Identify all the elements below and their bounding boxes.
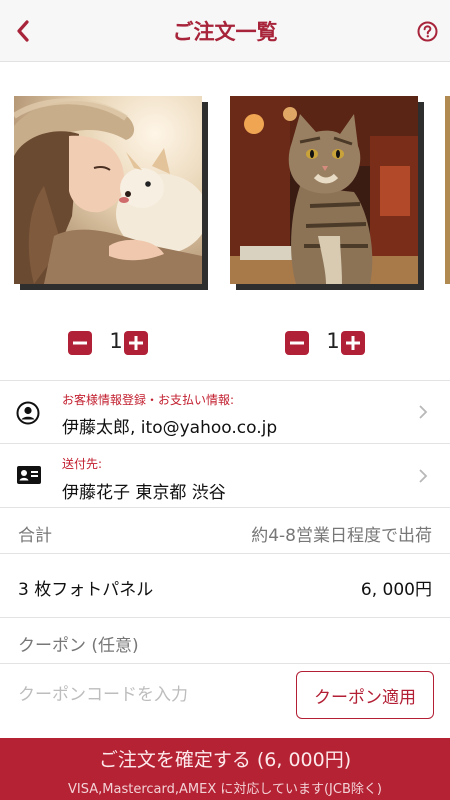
line-item-row: 3 枚フォトパネル 6, 000円 xyxy=(0,554,450,618)
quantity-stepper-2[interactable]: 1 xyxy=(283,328,403,358)
shipping-label: 送付先: xyxy=(62,457,103,471)
total-row: 合計 約4-8営業日程度で出荷 xyxy=(0,508,450,554)
increment-button[interactable] xyxy=(341,331,365,355)
chevron-right-icon xyxy=(419,405,428,419)
quantity-stepper-1[interactable]: 1 xyxy=(66,328,186,358)
question-circle-icon xyxy=(417,21,438,42)
total-label: 合計 xyxy=(18,526,52,546)
photo-gallery[interactable]: 1 1 xyxy=(0,62,450,380)
plus-icon xyxy=(341,331,365,355)
increment-button[interactable] xyxy=(124,331,148,355)
coupon-label: クーポン (任意) xyxy=(18,636,139,656)
shipping-estimate: 約4-8営業日程度で出荷 xyxy=(251,526,432,546)
coupon-code-input[interactable] xyxy=(0,664,290,726)
customer-info-label: お客様情報登録・お支払い情報: xyxy=(62,393,235,407)
confirm-order-button[interactable]: ご注文を確定する (6, 000円) VISA,Mastercard,AMEX … xyxy=(0,738,450,800)
chevron-right-icon xyxy=(419,469,428,483)
apply-coupon-button[interactable]: クーポン適用 xyxy=(296,671,434,719)
woman-with-dog-photo xyxy=(14,96,202,284)
photo-panel-1[interactable] xyxy=(14,96,208,290)
photo-3-image xyxy=(445,96,450,284)
line-item-price: 6, 000円 xyxy=(360,580,432,600)
photo-panel-3[interactable] xyxy=(445,96,450,284)
shipping-address-row[interactable]: 送付先: 伊藤花子 東京都 渋谷 xyxy=(0,444,450,508)
address-card-icon xyxy=(16,464,42,490)
shipping-value: 伊藤花子 東京都 渋谷 xyxy=(62,483,226,503)
header-bar: ご注文一覧 xyxy=(0,0,450,62)
customer-info-value: 伊藤太郎, ito@yahoo.co.jp xyxy=(62,418,278,438)
minus-icon xyxy=(68,331,92,355)
decrement-button[interactable] xyxy=(285,331,309,355)
coupon-header-row: クーポン (任意) xyxy=(0,618,450,664)
user-circle-icon xyxy=(16,401,40,429)
line-item-label: 3 枚フォトパネル xyxy=(18,580,154,600)
decrement-button[interactable] xyxy=(68,331,92,355)
page-title: ご注文一覧 xyxy=(172,20,278,44)
plus-icon xyxy=(124,331,148,355)
cat-photo xyxy=(230,96,418,284)
photo-panel-2[interactable] xyxy=(230,96,424,290)
help-button[interactable] xyxy=(417,21,438,42)
minus-icon xyxy=(285,331,309,355)
customer-info-row[interactable]: お客様情報登録・お支払い情報: 伊藤太郎, ito@yahoo.co.jp xyxy=(0,380,450,444)
payment-methods-note: VISA,Mastercard,AMEX に対応しています(JCB除く) xyxy=(68,782,382,797)
confirm-order-label: ご注文を確定する (6, 000円) xyxy=(98,749,352,771)
